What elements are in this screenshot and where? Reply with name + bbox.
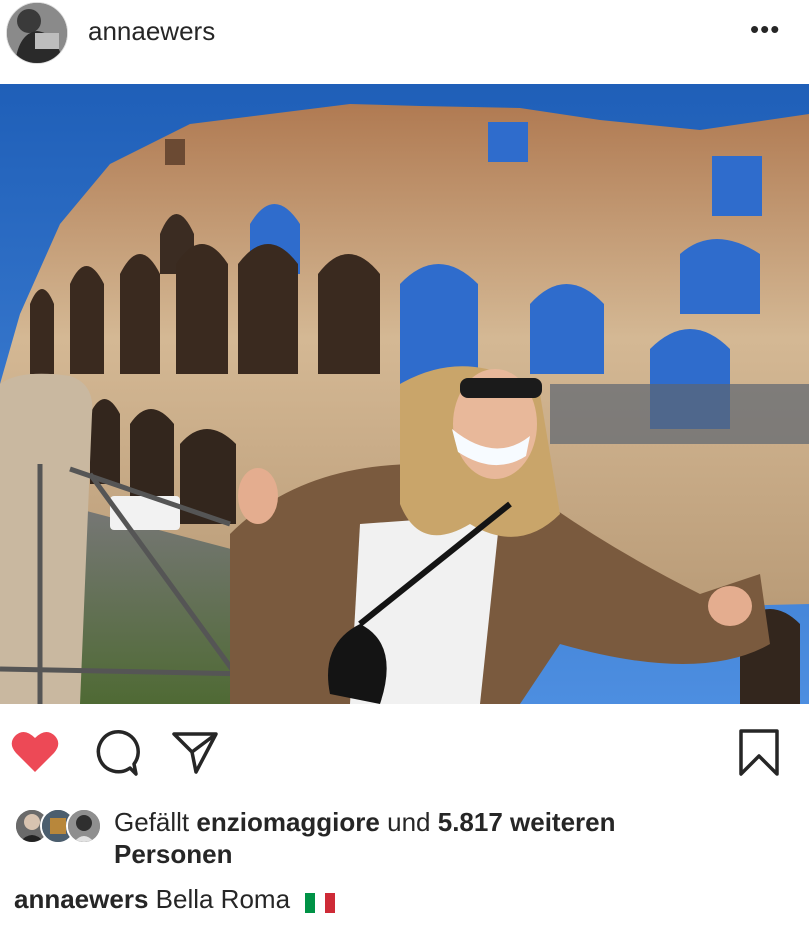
caption-username[interactable]: annaewers [14, 884, 148, 914]
likes-text: Gefällt enziomaggiore und 5.817 weiteren… [114, 806, 714, 870]
italian-flag-icon [305, 889, 336, 914]
likes-conjunction: und [387, 807, 431, 837]
avatar [66, 808, 102, 844]
avatar[interactable] [6, 2, 68, 64]
likes-suffix[interactable]: Personen [114, 839, 233, 869]
liked-by-username[interactable]: enziomaggiore [196, 807, 379, 837]
post-header: annaewers ••• [0, 0, 809, 72]
likes-prefix: Gefällt [114, 807, 190, 837]
more-options-icon[interactable]: ••• [750, 14, 780, 45]
likes-count[interactable]: 5.817 weiteren [438, 807, 616, 837]
likes-section: Gefällt enziomaggiore und 5.817 weiteren… [0, 800, 809, 872]
action-bar [0, 704, 809, 800]
send-icon[interactable] [170, 728, 220, 783]
heart-filled-icon[interactable] [10, 728, 60, 779]
comment-icon[interactable] [90, 728, 140, 783]
caption-text: Bella Roma [155, 884, 291, 914]
liked-by-avatars[interactable] [14, 808, 104, 844]
bookmark-icon[interactable] [736, 728, 782, 783]
post-username[interactable]: annaewers [88, 16, 215, 47]
post-photo[interactable] [0, 84, 809, 704]
post-caption: annaewers Bella Roma [14, 884, 336, 915]
